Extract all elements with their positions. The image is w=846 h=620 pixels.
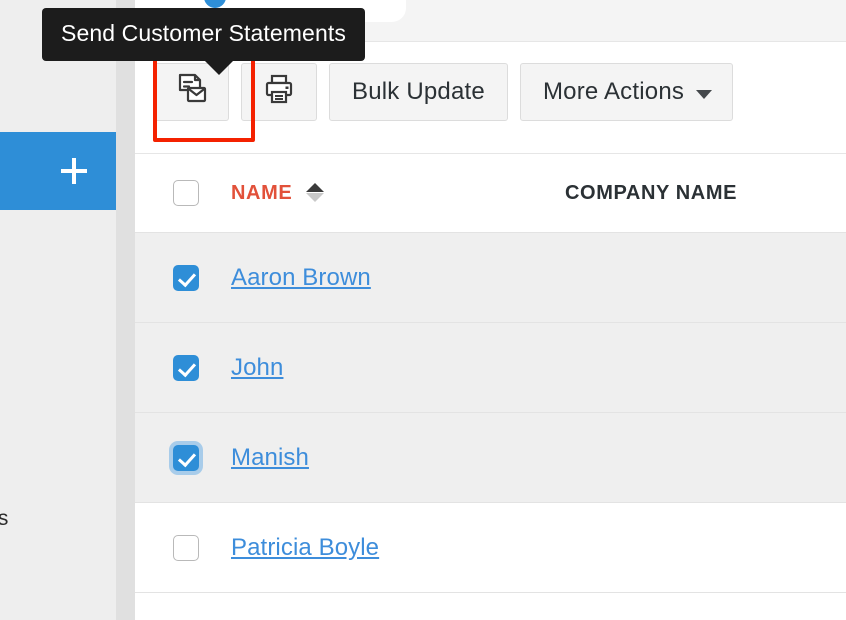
printer-icon: [262, 72, 296, 113]
row-name-cell: John: [231, 354, 565, 382]
column-header-company-label: COMPANY NAME: [565, 181, 738, 204]
row-select-cell: [173, 264, 231, 291]
customer-name-link[interactable]: Manish: [231, 444, 309, 472]
row-name-cell: Aaron Brown: [231, 264, 565, 292]
table-row[interactable]: Aaron Brown: [135, 233, 846, 323]
column-header-name[interactable]: NAME: [231, 182, 565, 205]
customers-table: NAME COMPANY NAME Aaron Brown John Manis…: [135, 154, 846, 620]
select-all-cell: [173, 180, 231, 206]
tooltip: Send Customer Statements: [42, 8, 365, 75]
row-select-cell: [173, 444, 231, 471]
row-checkbox[interactable]: [173, 534, 199, 561]
bulk-update-button[interactable]: Bulk Update: [329, 63, 508, 121]
more-actions-button[interactable]: More Actions: [519, 63, 734, 121]
row-checkbox[interactable]: [173, 354, 199, 381]
app-root: es: [0, 0, 846, 620]
select-all-checkbox[interactable]: [173, 180, 199, 206]
table-row[interactable]: John: [135, 323, 846, 413]
row-name-cell: Manish: [231, 444, 565, 472]
table-header-row: NAME COMPANY NAME: [135, 154, 846, 233]
add-new-button[interactable]: [0, 132, 116, 210]
tooltip-label: Send Customer Statements: [61, 20, 346, 46]
sort-ascending-icon[interactable]: [306, 183, 325, 203]
row-checkbox[interactable]: [173, 264, 199, 291]
row-checkbox[interactable]: [173, 444, 199, 471]
toolbar-button-group: Bulk Update More Actions: [153, 63, 734, 121]
print-button[interactable]: [241, 63, 317, 121]
row-select-cell: [173, 534, 231, 561]
plus-icon: [61, 158, 87, 184]
column-header-company[interactable]: COMPANY NAME: [565, 182, 846, 205]
chevron-down-icon: [696, 89, 713, 99]
more-actions-label: More Actions: [542, 78, 685, 105]
customer-name-link[interactable]: Aaron Brown: [231, 264, 371, 292]
customer-name-link[interactable]: John: [231, 354, 283, 382]
column-header-name-label: NAME: [231, 181, 293, 204]
top-panel-tab-corner: [370, 0, 406, 22]
sidebar-gutter: [116, 0, 135, 620]
sidebar-panel: [0, 0, 116, 620]
table-row[interactable]: Manish: [135, 413, 846, 503]
table-row[interactable]: Patricia Boyle: [135, 503, 846, 593]
tooltip-arrow-icon: [205, 61, 233, 75]
customer-name-link[interactable]: Patricia Boyle: [231, 534, 379, 562]
statement-email-icon: [173, 71, 209, 114]
row-select-cell: [173, 354, 231, 381]
row-name-cell: Patricia Boyle: [231, 534, 565, 562]
bulk-update-label: Bulk Update: [352, 78, 485, 105]
sidebar-partial-label: es: [0, 507, 9, 530]
